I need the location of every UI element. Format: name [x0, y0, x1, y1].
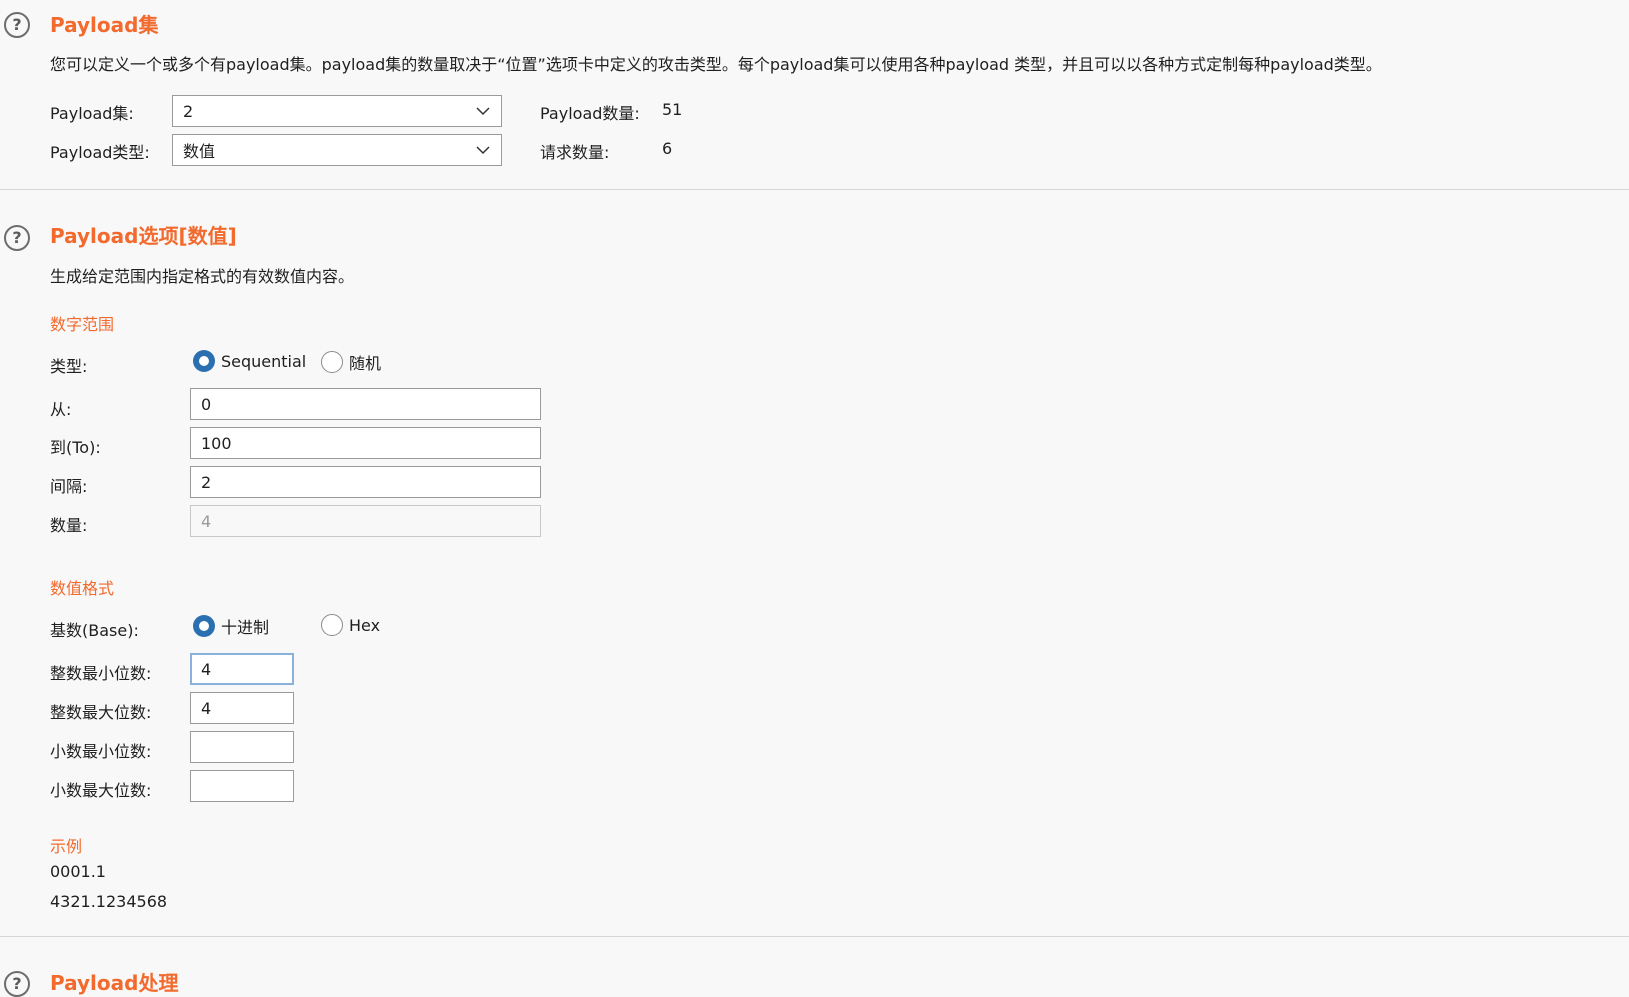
min-frac-digits-label: 小数最小位数:: [50, 742, 152, 761]
to-input[interactable]: [190, 427, 541, 459]
min-int-digits-input[interactable]: [190, 653, 294, 685]
min-frac-digits-input[interactable]: [190, 731, 294, 763]
payload-type-label: Payload类型:: [50, 143, 150, 162]
payload-count-label: Payload数量:: [540, 104, 640, 123]
min-int-digits-label: 整数最小位数:: [50, 664, 152, 683]
radio-hex-label: Hex: [349, 615, 381, 635]
example-item: 0001.1: [50, 862, 106, 881]
payload-count-value: 51: [662, 100, 683, 119]
max-int-digits-input[interactable]: [190, 692, 294, 724]
radio-button[interactable]: [321, 351, 343, 373]
help-icon[interactable]: ?: [4, 971, 30, 997]
payload-sets-description: 您可以定义一个或多个有payload集。payload集的数量取决于“位置”选项…: [50, 55, 1382, 74]
radio-hex[interactable]: Hex: [321, 614, 380, 636]
max-frac-digits-label: 小数最大位数:: [50, 781, 152, 800]
max-frac-digits-input[interactable]: [190, 770, 294, 802]
radio-sequential[interactable]: Sequential: [193, 350, 306, 372]
radio-button[interactable]: [321, 614, 343, 636]
payload-type-select[interactable]: 数值: [172, 134, 502, 166]
base-label: 基数(Base):: [50, 621, 139, 640]
count-label: 数量:: [50, 516, 88, 535]
chevron-down-icon: [476, 107, 490, 116]
payload-type-value: 数值: [183, 142, 216, 161]
radio-sequential-label: Sequential: [221, 351, 307, 371]
step-label: 间隔:: [50, 477, 88, 496]
from-label: 从:: [50, 400, 72, 419]
chevron-down-icon: [476, 146, 490, 155]
examples-heading: 示例: [50, 837, 83, 856]
radio-decimal-label: 十进制: [221, 618, 270, 637]
to-label: 到(To):: [50, 438, 101, 457]
radio-decimal[interactable]: 十进制: [193, 614, 269, 638]
payload-options-description: 生成给定范围内指定格式的有效数值内容。: [50, 267, 355, 286]
number-range-heading: 数字范围: [50, 315, 115, 334]
help-icon[interactable]: ?: [4, 225, 30, 251]
request-count-label: 请求数量:: [540, 143, 610, 162]
section-divider: [0, 189, 1629, 190]
radio-button[interactable]: [193, 350, 215, 372]
step-input[interactable]: [190, 466, 541, 498]
radio-button[interactable]: [193, 615, 215, 637]
request-count-value: 6: [662, 139, 673, 158]
max-int-digits-label: 整数最大位数:: [50, 703, 152, 722]
radio-random[interactable]: 随机: [321, 350, 381, 374]
range-type-label: 类型:: [50, 357, 88, 376]
payload-set-label: Payload集:: [50, 104, 134, 123]
payload-set-value: 2: [183, 101, 194, 121]
example-item: 4321.1234568: [50, 892, 168, 911]
payload-options-title: Payload选项[数值]: [50, 224, 237, 248]
radio-random-label: 随机: [349, 354, 382, 373]
help-icon[interactable]: ?: [4, 12, 30, 38]
from-input[interactable]: [190, 388, 541, 420]
payload-set-select[interactable]: 2: [172, 95, 502, 127]
count-input: [190, 505, 541, 537]
number-format-heading: 数值格式: [50, 579, 115, 598]
payload-sets-title: Payload集: [50, 13, 159, 37]
section-divider: [0, 936, 1629, 937]
